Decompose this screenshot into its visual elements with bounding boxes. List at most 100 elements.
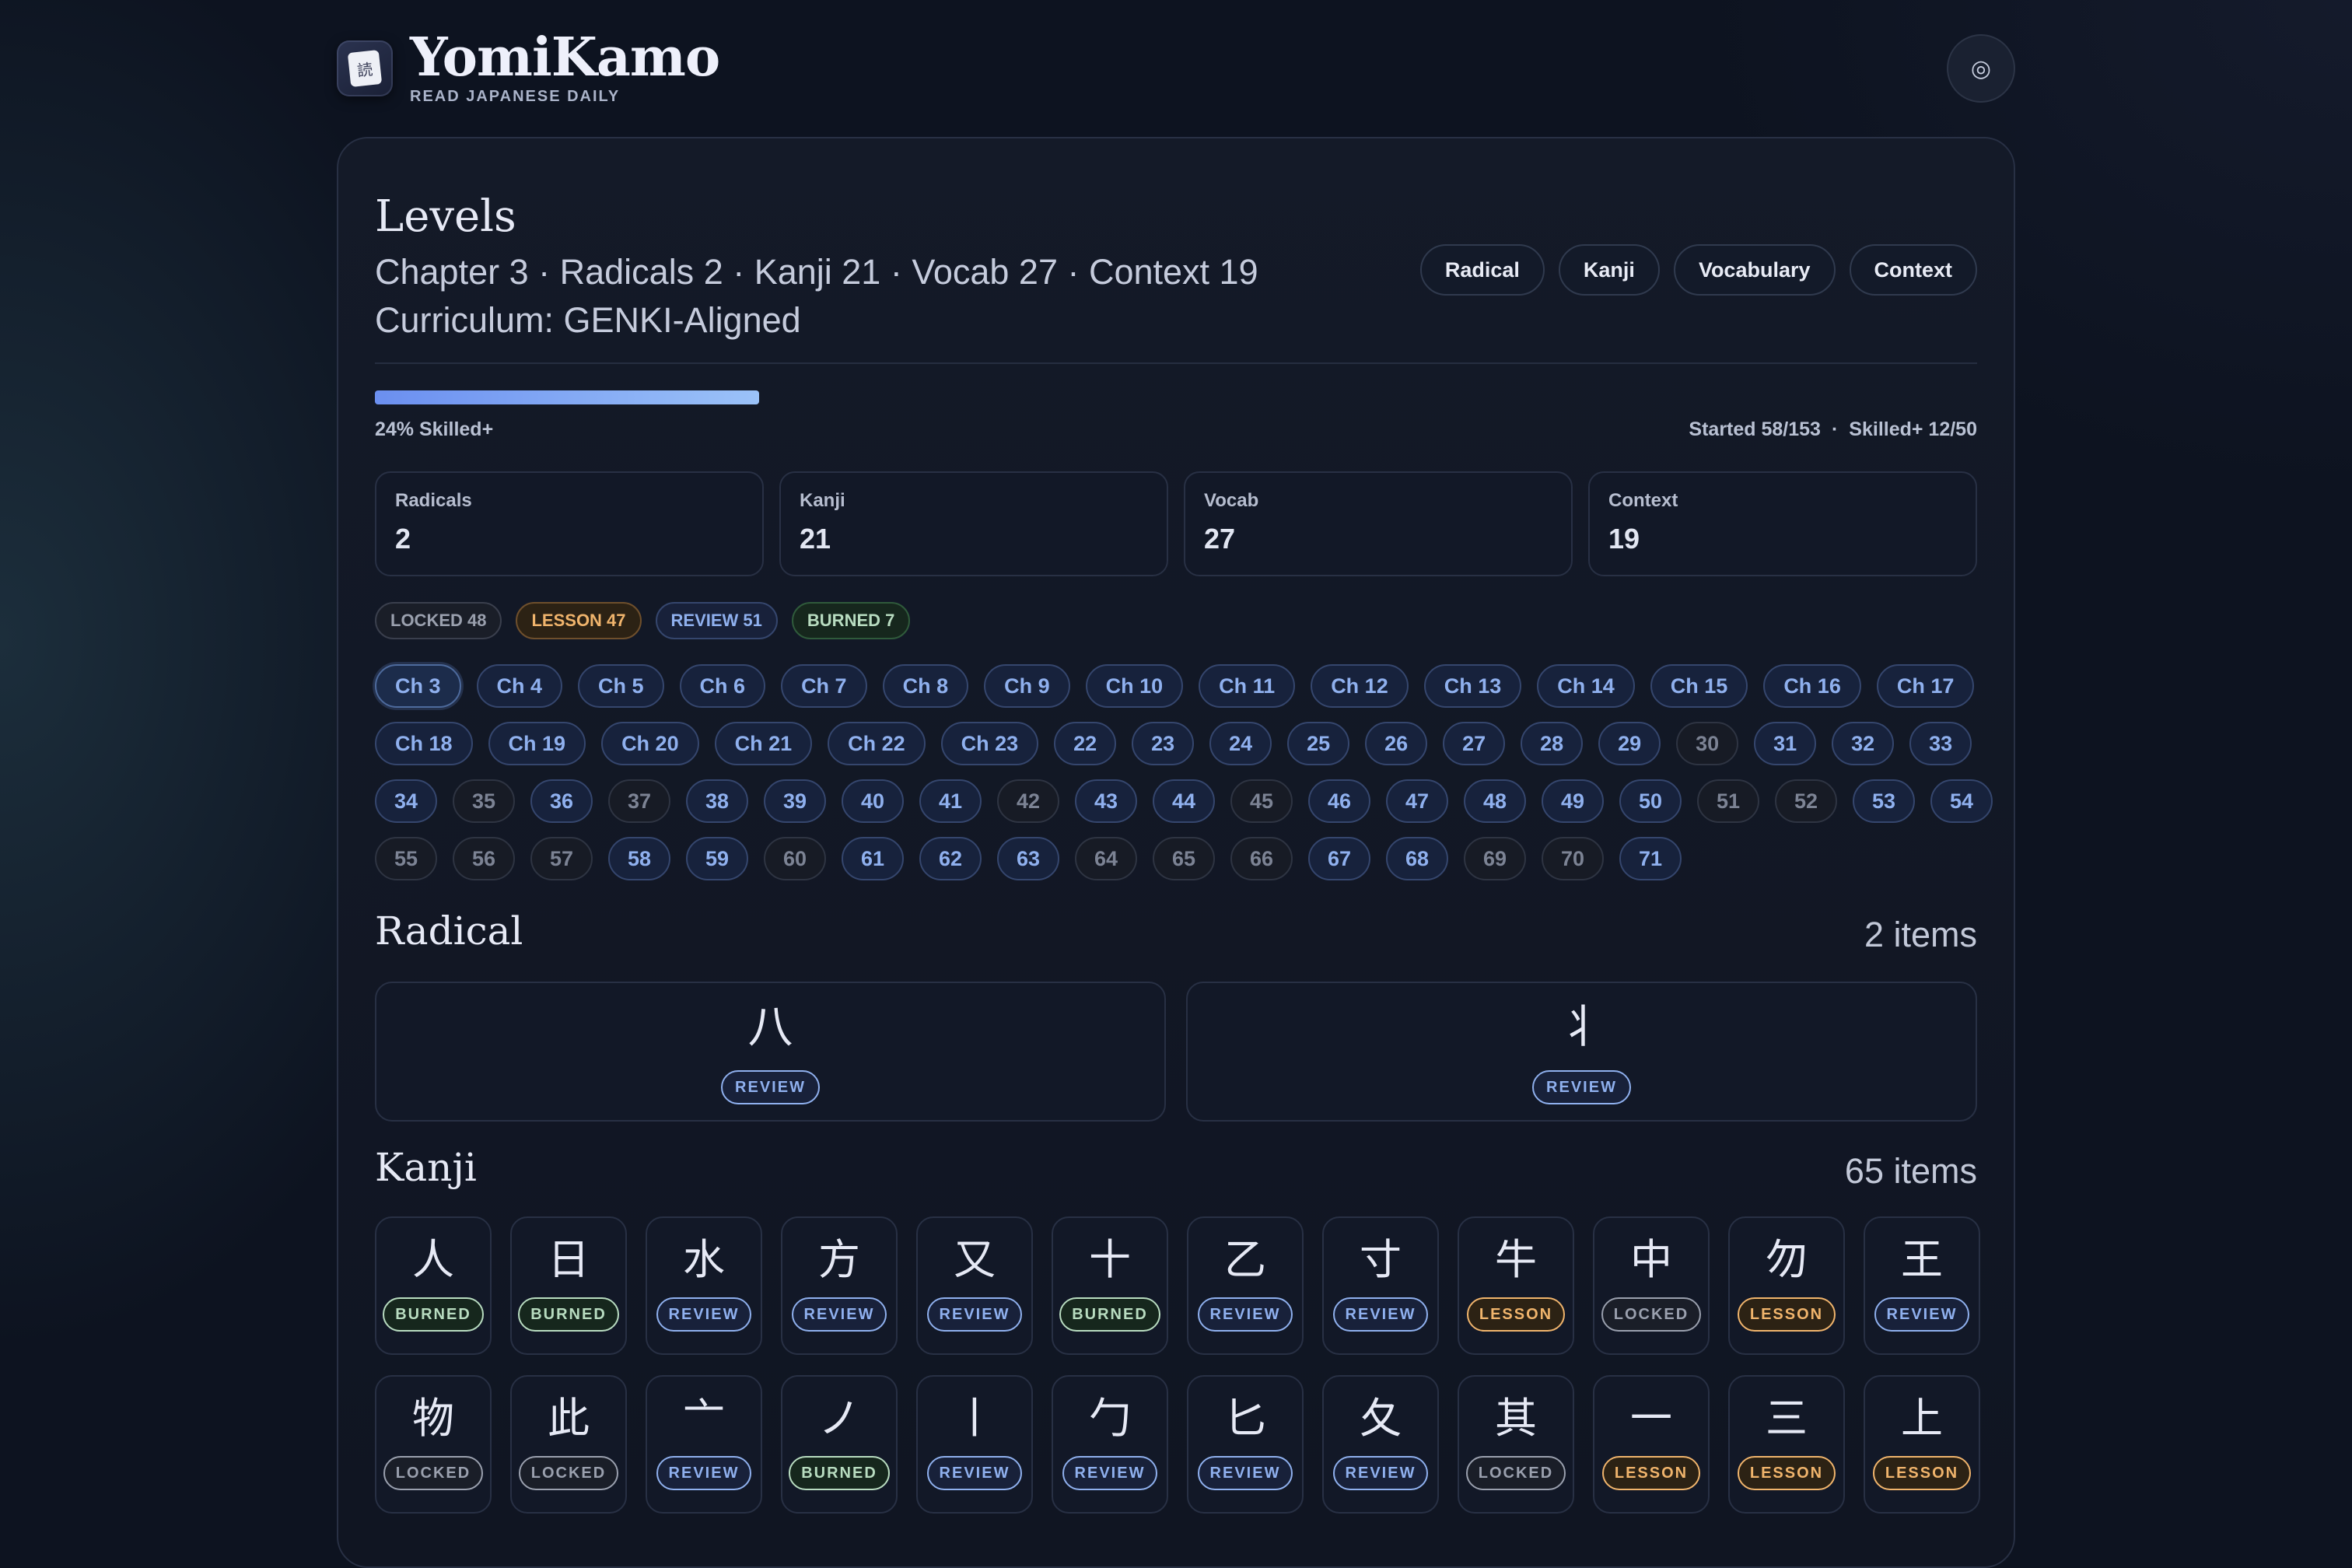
kanji-card[interactable]: 勹 REVIEW xyxy=(1052,1375,1168,1514)
chapter-pill[interactable]: 69 xyxy=(1464,837,1526,880)
chapter-pill[interactable]: 36 xyxy=(530,779,593,823)
chapter-pill[interactable]: 46 xyxy=(1308,779,1370,823)
filter-radical-button[interactable]: Radical xyxy=(1419,244,1545,296)
chapter-pill[interactable]: 54 xyxy=(1930,779,1993,823)
chapter-pill[interactable]: 52 xyxy=(1775,779,1837,823)
chapter-pill[interactable]: 32 xyxy=(1832,722,1895,765)
chapter-pill[interactable]: Ch 6 xyxy=(679,664,766,708)
chapter-pill[interactable]: 65 xyxy=(1153,837,1215,880)
chapter-pill[interactable]: Ch 9 xyxy=(984,664,1070,708)
kanji-card[interactable]: 十 BURNED xyxy=(1052,1216,1168,1355)
chapter-pill[interactable]: 56 xyxy=(453,837,515,880)
status-filter-locked[interactable]: LOCKED 48 xyxy=(375,602,502,639)
chapter-pill[interactable]: 48 xyxy=(1464,779,1526,823)
chapter-pill[interactable]: 70 xyxy=(1542,837,1604,880)
chapter-pill[interactable]: 39 xyxy=(764,779,826,823)
kanji-card[interactable]: 寸 REVIEW xyxy=(1322,1216,1439,1355)
chapter-pill[interactable]: Ch 4 xyxy=(476,664,563,708)
chapter-pill[interactable]: 45 xyxy=(1230,779,1293,823)
kanji-card[interactable]: 丨 REVIEW xyxy=(916,1375,1033,1514)
chapter-pill[interactable]: 43 xyxy=(1075,779,1137,823)
chapter-pill[interactable]: 44 xyxy=(1153,779,1215,823)
chapter-pill[interactable]: 59 xyxy=(686,837,748,880)
kanji-card[interactable]: 又 REVIEW xyxy=(916,1216,1033,1355)
kanji-card[interactable]: 水 REVIEW xyxy=(646,1216,762,1355)
chapter-pill[interactable]: 66 xyxy=(1230,837,1293,880)
filter-kanji-button[interactable]: Kanji xyxy=(1558,244,1660,296)
chapter-pill[interactable]: 71 xyxy=(1619,837,1682,880)
kanji-card[interactable]: 一 LESSON xyxy=(1593,1375,1710,1514)
chapter-pill[interactable]: 58 xyxy=(608,837,670,880)
filter-vocabulary-button[interactable]: Vocabulary xyxy=(1673,244,1836,296)
kanji-card[interactable]: 日 BURNED xyxy=(510,1216,627,1355)
status-filter-burned[interactable]: BURNED 7 xyxy=(791,602,911,639)
chapter-pill[interactable]: 25 xyxy=(1287,722,1350,765)
chapter-pill[interactable]: 38 xyxy=(686,779,748,823)
kanji-card[interactable]: 三 LESSON xyxy=(1728,1375,1845,1514)
chapter-pill[interactable]: 55 xyxy=(375,837,437,880)
kanji-card[interactable]: 亠 REVIEW xyxy=(646,1375,762,1514)
chapter-pill[interactable]: Ch 17 xyxy=(1876,664,1975,708)
chapter-pill[interactable]: 60 xyxy=(764,837,826,880)
chapter-pill[interactable]: 64 xyxy=(1075,837,1137,880)
radical-card[interactable]: 丬 REVIEW xyxy=(1186,982,1977,1122)
settings-button[interactable]: ◎ xyxy=(1947,34,2015,103)
chapter-pill[interactable]: 51 xyxy=(1697,779,1759,823)
chapter-pill[interactable]: 61 xyxy=(842,837,904,880)
chapter-pill[interactable]: Ch 14 xyxy=(1537,664,1635,708)
chapter-pill[interactable]: 49 xyxy=(1542,779,1604,823)
chapter-pill[interactable]: 62 xyxy=(919,837,982,880)
chapter-pill[interactable]: 57 xyxy=(530,837,593,880)
kanji-card[interactable]: 上 LESSON xyxy=(1864,1375,1980,1514)
chapter-pill[interactable]: Ch 13 xyxy=(1423,664,1522,708)
kanji-card[interactable]: 牛 LESSON xyxy=(1458,1216,1574,1355)
radical-card[interactable]: 八 REVIEW xyxy=(375,982,1166,1122)
chapter-pill[interactable]: Ch 7 xyxy=(781,664,867,708)
chapter-pill[interactable]: Ch 22 xyxy=(828,722,926,765)
chapter-pill[interactable]: Ch 10 xyxy=(1085,664,1184,708)
chapter-pill[interactable]: 27 xyxy=(1443,722,1506,765)
chapter-pill[interactable]: 29 xyxy=(1598,722,1661,765)
kanji-card[interactable]: 其 LOCKED xyxy=(1458,1375,1574,1514)
chapter-pill[interactable]: Ch 11 xyxy=(1199,664,1296,708)
chapter-pill[interactable]: Ch 3 xyxy=(375,664,461,708)
chapter-pill[interactable]: 34 xyxy=(375,779,437,823)
chapter-pill[interactable]: 26 xyxy=(1365,722,1428,765)
chapter-pill[interactable]: 35 xyxy=(453,779,515,823)
chapter-pill[interactable]: Ch 16 xyxy=(1763,664,1861,708)
status-filter-review[interactable]: REVIEW 51 xyxy=(655,602,778,639)
kanji-card[interactable]: 方 REVIEW xyxy=(781,1216,898,1355)
kanji-card[interactable]: 匕 REVIEW xyxy=(1187,1375,1304,1514)
chapter-pill[interactable]: Ch 23 xyxy=(940,722,1039,765)
chapter-pill[interactable]: 47 xyxy=(1386,779,1448,823)
chapter-pill[interactable]: 22 xyxy=(1054,722,1117,765)
kanji-card[interactable]: 物 LOCKED xyxy=(375,1375,492,1514)
chapter-pill[interactable]: 24 xyxy=(1209,722,1272,765)
chapter-pill[interactable]: 63 xyxy=(997,837,1059,880)
chapter-pill[interactable]: 42 xyxy=(997,779,1059,823)
chapter-pill[interactable]: Ch 20 xyxy=(601,722,699,765)
kanji-card[interactable]: 中 LOCKED xyxy=(1593,1216,1710,1355)
chapter-pill[interactable]: Ch 8 xyxy=(882,664,969,708)
kanji-card[interactable]: 王 REVIEW xyxy=(1864,1216,1980,1355)
chapter-pill[interactable]: 33 xyxy=(1909,722,1972,765)
chapter-pill[interactable]: Ch 5 xyxy=(578,664,664,708)
chapter-pill[interactable]: Ch 18 xyxy=(375,722,473,765)
status-filter-lesson[interactable]: LESSON 47 xyxy=(516,602,642,639)
chapter-pill[interactable]: 30 xyxy=(1676,722,1739,765)
chapter-pill[interactable]: Ch 15 xyxy=(1650,664,1748,708)
chapter-pill[interactable]: Ch 12 xyxy=(1311,664,1409,708)
kanji-card[interactable]: ノ BURNED xyxy=(781,1375,898,1514)
chapter-pill[interactable]: 50 xyxy=(1619,779,1682,823)
kanji-card[interactable]: 人 BURNED xyxy=(375,1216,492,1355)
kanji-card[interactable]: 此 LOCKED xyxy=(510,1375,627,1514)
chapter-pill[interactable]: 23 xyxy=(1132,722,1195,765)
chapter-pill[interactable]: 68 xyxy=(1386,837,1448,880)
chapter-pill[interactable]: 53 xyxy=(1853,779,1915,823)
chapter-pill[interactable]: 31 xyxy=(1754,722,1817,765)
brand[interactable]: 読 YomiKamo READ JAPANESE DAILY xyxy=(337,29,720,107)
chapter-pill[interactable]: 40 xyxy=(842,779,904,823)
chapter-pill[interactable]: 67 xyxy=(1308,837,1370,880)
filter-context-button[interactable]: Context xyxy=(1849,244,1977,296)
chapter-pill[interactable]: Ch 21 xyxy=(714,722,813,765)
